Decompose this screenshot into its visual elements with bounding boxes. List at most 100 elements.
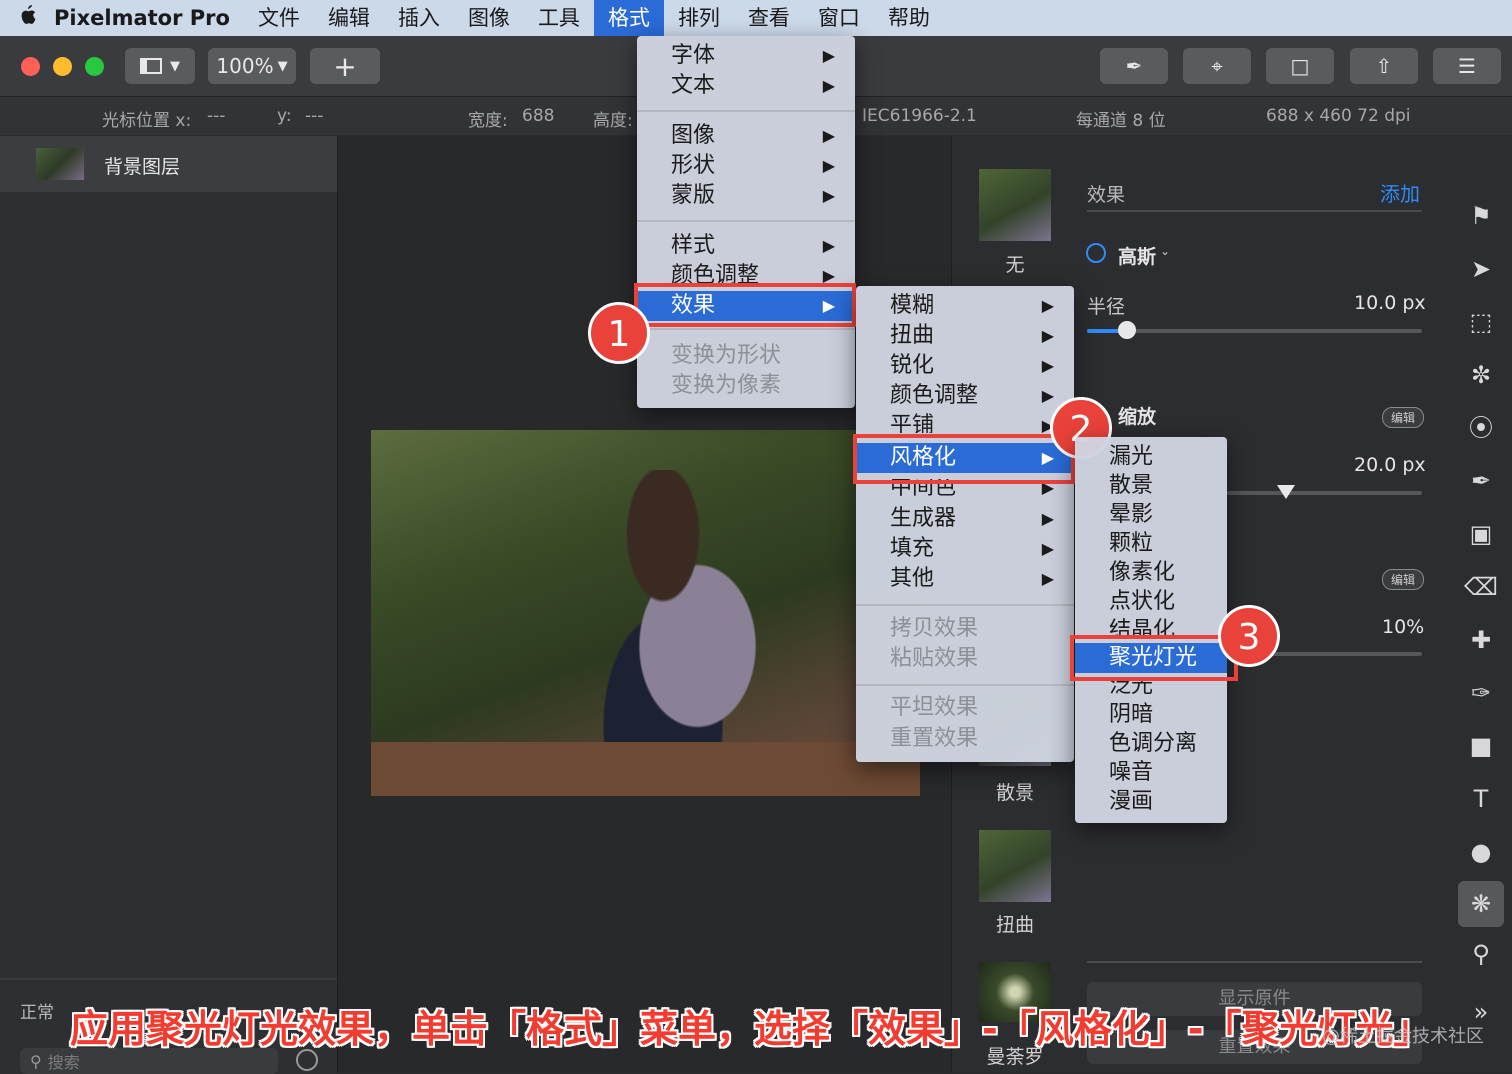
effect-name-zoom[interactable]: 缩放	[1118, 402, 1156, 429]
menu-item-font[interactable]: 字体 ▶	[637, 41, 855, 71]
menu-item-gloom[interactable]: 阴暗	[1075, 700, 1227, 730]
submenu-arrow-icon: ▶	[822, 76, 835, 95]
menu-item-label: 生成器	[890, 506, 957, 531]
menu-item-pointillize[interactable]: 点状化	[1075, 587, 1227, 617]
shape-icon[interactable]: ■	[1463, 728, 1499, 764]
menu-item-vignette[interactable]: 晕影	[1075, 500, 1227, 530]
preset-thumbnail-distort[interactable]	[979, 830, 1051, 902]
highlight-box-effects	[634, 283, 856, 327]
menu-help[interactable]: 帮助	[874, 0, 944, 36]
menu-format[interactable]: 格式	[593, 0, 664, 36]
paint-brush-icon[interactable]: ✒	[1463, 463, 1499, 499]
menu-item-label: 形状	[671, 153, 716, 178]
effect-name-gaussian[interactable]: 高斯	[1118, 242, 1156, 269]
menu-item-light-leak[interactable]: 漏光	[1075, 442, 1227, 472]
menu-item-sharpen[interactable]: 锐化 ▶	[856, 351, 1074, 381]
tutorial-caption: 应用聚光灯光效果，单击「格式」菜单，选择「效果」-「风格化」-「聚光灯光」	[70, 1007, 1432, 1051]
menu-item-grain[interactable]: 颗粒	[1075, 529, 1227, 559]
sidebar-toggle-button[interactable]: ▼	[125, 48, 195, 84]
paint-bucket-icon[interactable]: ⚑	[1463, 198, 1499, 234]
menu-insert[interactable]: 插入	[384, 0, 454, 36]
menu-item-other[interactable]: 其他 ▶	[856, 564, 1074, 594]
add-effect-button[interactable]: 添加	[1380, 178, 1420, 207]
zoom-window-button[interactable]	[85, 57, 104, 76]
sliders-icon: ☰	[1458, 54, 1476, 78]
document-button[interactable]: □	[1266, 48, 1334, 84]
submenu-arrow-icon: ▶	[822, 46, 835, 65]
menu-item-blur[interactable]: 模糊 ▶	[856, 291, 1074, 321]
apple-icon[interactable]	[0, 4, 54, 32]
slider-knob[interactable]	[1277, 485, 1295, 499]
menu-item-style[interactable]: 样式 ▶	[637, 231, 855, 261]
menu-separator	[856, 684, 1074, 686]
magic-select-icon[interactable]: ⦿	[1463, 410, 1499, 446]
menu-view[interactable]: 查看	[734, 0, 804, 36]
bandage-icon[interactable]: ✚	[1463, 622, 1499, 658]
menu-item-color-adjust[interactable]: 颜色调整 ▶	[856, 381, 1074, 411]
menu-edit[interactable]: 编辑	[314, 0, 384, 36]
menu-item-fill[interactable]: 填充 ▶	[856, 534, 1074, 564]
add-button[interactable]: +	[310, 48, 380, 84]
close-window-button[interactable]	[21, 57, 40, 76]
menu-item-label: 文本	[671, 73, 716, 98]
text-icon[interactable]: T	[1463, 781, 1499, 817]
eraser-icon[interactable]: ⌫	[1463, 569, 1499, 605]
crop-icon: ⌖	[1211, 54, 1223, 78]
menu-item-label: 阴暗	[1109, 702, 1154, 727]
arrow-pointer-icon[interactable]: ➤	[1463, 251, 1499, 287]
menu-item-pixelate[interactable]: 像素化	[1075, 558, 1227, 588]
menu-item-color-adjust[interactable]: 颜色调整 ▶	[637, 261, 855, 283]
radius-slider[interactable]	[1087, 321, 1422, 339]
menu-item-label: 粘贴效果	[890, 646, 979, 671]
menu-item-mask[interactable]: 蒙版 ▶	[637, 181, 855, 211]
zoom-menu[interactable]: 100% ▼	[208, 48, 296, 84]
menu-window[interactable]: 窗口	[804, 0, 874, 36]
menu-image[interactable]: 图像	[454, 0, 524, 36]
menu-item-shape[interactable]: 形状 ▶	[637, 151, 855, 181]
effect-slider-2[interactable]	[1227, 485, 1422, 499]
edit-badge[interactable]: 编辑	[1382, 407, 1425, 428]
minimize-window-button[interactable]	[53, 57, 72, 76]
effects-icon[interactable]: ❋	[1458, 881, 1504, 927]
menu-item-text[interactable]: 文本 ▶	[637, 71, 855, 101]
menu-item-comic[interactable]: 漫画	[1075, 787, 1227, 817]
brush-tool-button[interactable]: ✒	[1100, 48, 1168, 84]
app-name-menu[interactable]: Pixelmator Pro	[54, 6, 230, 30]
menu-item-image[interactable]: 图像 ▶	[637, 121, 855, 151]
menu-tools[interactable]: 工具	[524, 0, 594, 36]
divider	[1087, 961, 1422, 963]
radius-value[interactable]: 10.0 px	[1354, 292, 1426, 314]
menu-item-distort[interactable]: 扭曲 ▶	[856, 321, 1074, 351]
gradient-icon[interactable]: ▣	[1463, 516, 1499, 552]
menu-file[interactable]: 文件	[244, 0, 314, 36]
menu-item-bloom[interactable]: 泛光	[1075, 679, 1227, 699]
edit-badge-2[interactable]: 编辑	[1382, 569, 1425, 590]
preset-label-bokeh: 散景	[995, 782, 1034, 804]
preset-thumbnail-none[interactable]	[979, 169, 1051, 241]
crop-button[interactable]: ⌖	[1183, 48, 1251, 84]
lasso-icon[interactable]: ✼	[1463, 357, 1499, 393]
menu-item-label: 漏光	[1109, 444, 1154, 469]
menu-arrange[interactable]: 排列	[664, 0, 734, 36]
photo-canvas[interactable]	[371, 430, 920, 796]
menu-item-posterize[interactable]: 色调分离	[1075, 729, 1227, 759]
layer-row[interactable]: 背景图层	[0, 136, 337, 192]
menu-item-label: 噪音	[1109, 760, 1154, 785]
magnifier-icon[interactable]: ⚲	[1463, 936, 1499, 972]
menu-item-noise[interactable]: 噪音	[1075, 758, 1227, 788]
pen-icon[interactable]: ✑	[1463, 675, 1499, 711]
blend-mode[interactable]: 正常	[20, 998, 54, 1023]
effect-value-3[interactable]: 10%	[1382, 616, 1424, 638]
color-adjust-icon[interactable]: ●	[1463, 834, 1499, 870]
rect-select-icon[interactable]: ⬚	[1463, 304, 1499, 340]
radius-slider-knob[interactable]	[1118, 321, 1137, 339]
menu-item-bokeh[interactable]: 散景	[1075, 471, 1227, 501]
menu-item-generator[interactable]: 生成器 ▶	[856, 504, 1074, 534]
share-button[interactable]: ⇧	[1350, 48, 1418, 84]
menu-item-tile[interactable]: 平铺 ▶	[856, 411, 1074, 433]
effect-toggle[interactable]	[1086, 243, 1106, 263]
effect-value-2[interactable]: 20.0 px	[1354, 454, 1426, 476]
submenu-arrow-icon: ▶	[1041, 356, 1054, 375]
menu-item-label: 拷贝效果	[890, 616, 979, 641]
adjustments-button[interactable]: ☰	[1433, 48, 1501, 84]
